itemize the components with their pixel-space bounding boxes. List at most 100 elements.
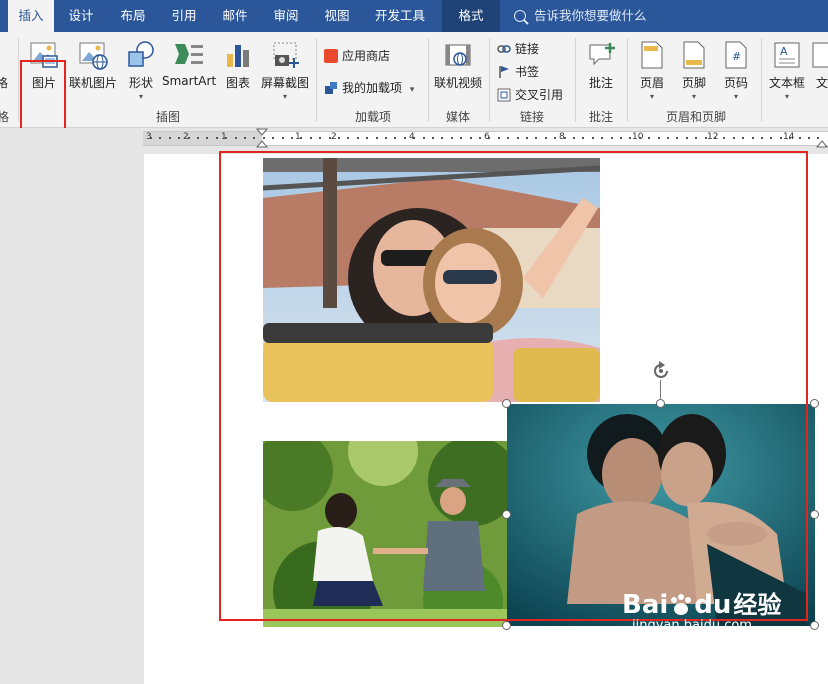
tab-review[interactable]: 审阅 — [263, 0, 309, 32]
tab-view[interactable]: 视图 — [314, 0, 360, 32]
ruler-tick — [686, 137, 688, 139]
text-box-label: 文本框 — [768, 76, 805, 90]
group-media-label: 媒体 — [445, 110, 470, 124]
ruler-tick — [592, 137, 594, 139]
ruler-tick — [723, 137, 725, 139]
smartart-icon — [175, 44, 203, 64]
page-number-button[interactable]: # 页码 ▾ — [718, 40, 754, 101]
ruler-tick — [573, 137, 575, 139]
ruler-tick — [658, 137, 660, 139]
ruler-tick — [742, 137, 744, 139]
ruler-tick — [423, 137, 425, 139]
group-links-label: 链接 — [519, 110, 544, 124]
app-store-button[interactable]: 应用商店 — [324, 47, 390, 64]
cross-reference-button[interactable]: 交叉引用 — [497, 86, 563, 103]
resize-handle-bottom-right[interactable] — [810, 621, 819, 630]
group-separator — [428, 38, 429, 122]
comment-button[interactable]: 批注 — [582, 40, 620, 91]
ruler-tick — [150, 137, 152, 139]
screenshot-button[interactable]: 屏幕截图 ▾ — [258, 40, 312, 101]
tab-references[interactable]: 引用 — [161, 0, 207, 32]
group-separator — [316, 38, 317, 122]
ruler-tick — [300, 137, 302, 139]
ruler-tick — [263, 137, 265, 139]
text-box-icon: A — [774, 42, 800, 68]
document-icon — [812, 42, 828, 68]
link-icon — [497, 42, 511, 56]
resize-handle-bottom-left[interactable] — [502, 621, 511, 630]
page-number-icon: # — [725, 41, 747, 69]
ruler-tick — [253, 137, 255, 139]
tell-me-search[interactable]: 告诉我你想要做什么 — [514, 0, 647, 32]
ruler-tick — [582, 137, 584, 139]
shapes-button[interactable]: 形状 ▾ — [124, 40, 158, 101]
ruler-tick — [432, 137, 434, 139]
text-box-button[interactable]: A 文本框 ▾ — [765, 40, 809, 101]
app-store-label: 应用商店 — [342, 49, 391, 63]
horizontal-ruler[interactable]: 3 2 1 1 2 4 6 8 10 12 14 — [0, 128, 828, 148]
cross-reference-label: 交叉引用 — [515, 88, 564, 102]
addins-icon — [324, 81, 338, 95]
ruler-tick — [470, 137, 472, 139]
ruler-tick — [310, 137, 312, 139]
tab-format[interactable]: 格式 — [442, 0, 500, 32]
group-separator — [761, 38, 762, 122]
ruler-tick — [216, 137, 218, 139]
my-addins-button[interactable]: 我的加载项 ▾ — [324, 79, 414, 96]
tab-mailings[interactable]: 邮件 — [212, 0, 258, 32]
ruler-tick — [789, 137, 791, 139]
link-button[interactable]: 链接 — [497, 40, 539, 57]
ruler-tick — [770, 137, 772, 139]
online-picture-button[interactable]: 联机图片 — [68, 40, 118, 91]
chevron-down-icon: ▾ — [649, 92, 654, 101]
chevron-down-icon: ▾ — [691, 92, 696, 101]
chart-button[interactable]: 图表 — [222, 40, 254, 91]
header-button[interactable]: 页眉 ▾ — [634, 40, 670, 101]
indent-marker-icon[interactable] — [256, 128, 268, 148]
tab-insert[interactable]: 插入 — [8, 0, 54, 32]
tab-layout[interactable]: 布局 — [110, 0, 156, 32]
resize-handle-right[interactable] — [810, 510, 819, 519]
watermark-suffix: 经验 — [733, 591, 782, 619]
footer-icon — [683, 41, 705, 69]
screenshot-icon — [273, 42, 299, 68]
tab-developer[interactable]: 开发工具 — [366, 0, 434, 32]
ruler-tick — [714, 137, 716, 139]
ruler-tick — [667, 137, 669, 139]
smartart-button[interactable]: SmartArt — [162, 40, 216, 88]
ruler-tick — [695, 137, 697, 139]
partial-right-button[interactable]: 文 — [810, 40, 828, 91]
bookmark-button[interactable]: 书签 — [497, 63, 539, 80]
group-separator — [489, 38, 490, 122]
ruler-tick — [404, 137, 406, 139]
ruler-tick — [376, 137, 378, 139]
ruler-number: 10 — [632, 132, 644, 142]
search-icon — [514, 10, 526, 22]
ruler-number: 12 — [707, 132, 719, 142]
comment-label: 批注 — [588, 76, 613, 90]
ruler-tick — [347, 137, 349, 139]
chevron-down-icon: ▾ — [409, 85, 415, 95]
footer-button[interactable]: 页脚 ▾ — [676, 40, 712, 101]
ruler-tick — [441, 137, 443, 139]
ruler-tick — [799, 137, 801, 139]
ruler-tick — [498, 137, 500, 139]
tab-design[interactable]: 设计 — [58, 0, 104, 32]
ruler-tick — [639, 137, 641, 139]
resize-handle-top-right[interactable] — [810, 399, 819, 408]
ruler-tick — [197, 137, 199, 139]
ruler-tick — [188, 137, 190, 139]
ruler-tick — [413, 137, 415, 139]
ruler-tick — [761, 137, 763, 139]
online-video-button[interactable]: 联机视频 — [433, 40, 483, 91]
group-illustrations-label: 插图 — [155, 110, 180, 124]
watermark-url: jingyan.baidu.com — [632, 618, 752, 633]
group-header-footer-label: 页眉和页脚 — [665, 110, 726, 124]
paw-icon — [668, 594, 694, 616]
ribbon-tab-bar: 插入 设计 布局 引用 邮件 审阅 视图 开发工具 格式 告诉我你想要做什么 — [0, 0, 828, 32]
screenshot-label: 屏幕截图 — [260, 76, 309, 90]
online-picture-icon — [79, 42, 108, 70]
partial-left-button[interactable]: 格 — [0, 74, 8, 91]
group-separator — [18, 38, 19, 122]
chevron-down-icon: ▾ — [733, 92, 738, 101]
